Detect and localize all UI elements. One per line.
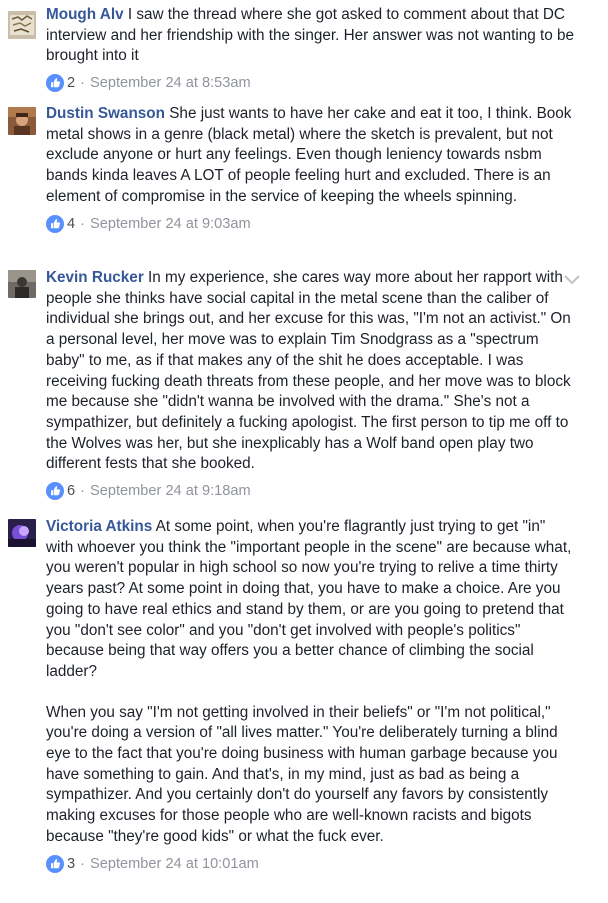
separator: · <box>80 855 85 872</box>
author-name[interactable]: Mough Alv <box>46 6 124 23</box>
comment-meta: 3 · September 24 at 10:01am <box>46 854 576 874</box>
like-icon[interactable] <box>46 74 64 93</box>
author-name[interactable]: Dustin Swanson <box>46 105 165 122</box>
like-icon[interactable] <box>46 854 64 873</box>
timestamp[interactable]: September 24 at 9:18am <box>90 481 251 501</box>
comment-paragraph-text: At some point, when you're flagrantly ju… <box>46 518 572 680</box>
comment-paragraph-text: I saw the thread where she got asked to … <box>46 6 575 65</box>
avatar[interactable] <box>8 107 36 135</box>
author-name[interactable]: Kevin Rucker <box>46 269 144 286</box>
separator: · <box>80 75 85 92</box>
avatar[interactable] <box>8 270 36 298</box>
timestamp[interactable]: September 24 at 9:03am <box>90 214 251 234</box>
separator: · <box>80 483 85 500</box>
comment-meta: 4 · September 24 at 9:03am <box>46 214 576 234</box>
avatar-image <box>8 270 36 298</box>
comment-text: Victoria Atkins At some point, when you'… <box>46 517 576 848</box>
comment-body: Victoria Atkins At some point, when you'… <box>46 517 576 874</box>
like-count[interactable]: 2 <box>67 73 75 93</box>
comment-paragraph: When you say "I'm not getting involved i… <box>46 703 558 845</box>
comment-meta: 6 · September 24 at 9:18am <box>46 481 576 501</box>
avatar[interactable] <box>8 11 36 39</box>
comment-paragraph: Kevin Rucker In my experience, she cares… <box>46 268 576 475</box>
separator: · <box>80 215 85 232</box>
comment-text: Dustin Swanson She just wants to have he… <box>46 104 576 208</box>
like-icon[interactable] <box>46 214 64 233</box>
avatar[interactable] <box>8 519 36 547</box>
comment-paragraph: Victoria Atkins At some point, when you'… <box>46 517 576 683</box>
comment-paragraph: Dustin Swanson She just wants to have he… <box>46 104 576 208</box>
timestamp[interactable]: September 24 at 10:01am <box>90 854 259 874</box>
timestamp[interactable]: September 24 at 8:53am <box>90 73 251 93</box>
comment-meta: 2 · September 24 at 8:53am <box>46 73 576 93</box>
comment-body: Kevin Rucker In my experience, she cares… <box>46 268 576 501</box>
avatar-image <box>8 11 36 39</box>
comment-body: Mough Alv I saw the thread where she got… <box>46 5 576 93</box>
avatar-image <box>8 519 36 547</box>
avatar-image <box>8 107 36 135</box>
like-count[interactable]: 3 <box>67 854 75 874</box>
like-icon[interactable] <box>46 482 64 501</box>
comment-text: Kevin Rucker In my experience, she cares… <box>46 268 576 475</box>
like-count[interactable]: 6 <box>67 481 75 501</box>
comment-body: Dustin Swanson She just wants to have he… <box>46 104 576 234</box>
comment-paragraph-text: In my experience, she cares way more abo… <box>46 269 571 473</box>
comment-text: Mough Alv I saw the thread where she got… <box>46 5 576 67</box>
like-count[interactable]: 4 <box>67 214 75 234</box>
comment-paragraph: Mough Alv I saw the thread where she got… <box>46 5 576 67</box>
author-name[interactable]: Victoria Atkins <box>46 518 152 535</box>
